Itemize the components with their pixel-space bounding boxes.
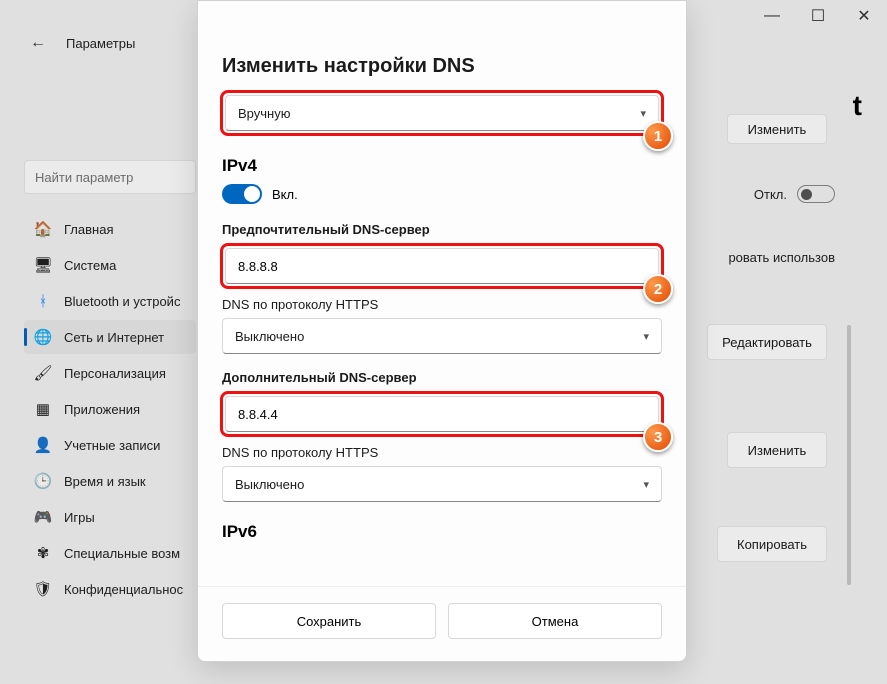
preferred-dns-field[interactable] xyxy=(238,259,646,274)
dns-dialog: Изменить настройки DNS Вручную ▾ 1 IPv4 … xyxy=(197,0,687,662)
dns-mode-value: Вручную xyxy=(238,106,290,121)
ipv4-toggle[interactable] xyxy=(222,184,262,204)
highlight-3: 3 xyxy=(220,391,664,437)
dns-mode-select[interactable]: Вручную ▾ xyxy=(225,95,659,131)
chevron-down-icon: ▾ xyxy=(643,330,649,343)
alt-dns-field[interactable] xyxy=(238,407,646,422)
callout-2: 2 xyxy=(643,274,673,304)
chevron-down-icon: ▾ xyxy=(640,107,646,120)
alt-dns-label: Дополнительный DNS-сервер xyxy=(222,370,662,385)
doh-value-1: Выключено xyxy=(235,329,304,344)
save-button[interactable]: Сохранить xyxy=(222,603,436,639)
highlight-1: Вручную ▾ 1 xyxy=(220,90,664,136)
alt-dns-input[interactable] xyxy=(225,396,659,432)
doh-select-2[interactable]: Выключено ▾ xyxy=(222,466,662,502)
cancel-button[interactable]: Отмена xyxy=(448,603,662,639)
preferred-dns-input[interactable] xyxy=(225,248,659,284)
preferred-dns-label: Предпочтительный DNS-сервер xyxy=(222,222,662,237)
chevron-down-icon: ▾ xyxy=(643,478,649,491)
doh-label-2: DNS по протоколу HTTPS xyxy=(222,445,662,460)
doh-value-2: Выключено xyxy=(235,477,304,492)
ipv6-heading: IPv6 xyxy=(222,522,662,542)
callout-1: 1 xyxy=(643,121,673,151)
doh-select-1[interactable]: Выключено ▾ xyxy=(222,318,662,354)
doh-label-1: DNS по протоколу HTTPS xyxy=(222,297,662,312)
highlight-2: 2 xyxy=(220,243,664,289)
dialog-title: Изменить настройки DNS xyxy=(222,55,662,78)
ipv4-heading: IPv4 xyxy=(222,156,662,176)
ipv4-toggle-label: Вкл. xyxy=(272,187,298,202)
callout-3: 3 xyxy=(643,422,673,452)
